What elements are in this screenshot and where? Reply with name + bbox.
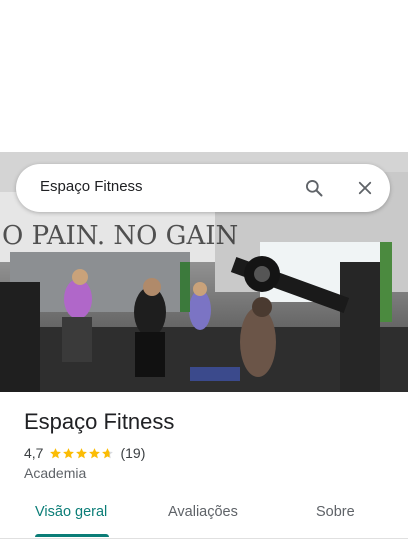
wall-slogan: O PAIN. NO GAIN (2, 221, 238, 251)
search-button[interactable] (302, 176, 326, 200)
tab-overview[interactable]: Visão geral (35, 504, 107, 520)
clear-search-button[interactable] (353, 176, 377, 200)
tab-bar: Visão geral Avaliações Sobre (0, 494, 408, 539)
search-icon (306, 180, 323, 197)
rating-stars (49, 447, 114, 460)
tab-reviews[interactable]: Avaliações (168, 504, 238, 520)
tab-about[interactable]: Sobre (316, 504, 355, 520)
star-icon (63, 447, 75, 458)
star-icon (89, 447, 101, 458)
review-count[interactable]: (19) (120, 445, 145, 461)
star-icon (50, 447, 62, 458)
star-icon (76, 447, 88, 458)
place-category[interactable]: Academia (24, 465, 86, 481)
active-tab-indicator (35, 534, 109, 537)
star-icon (102, 447, 114, 458)
rating-row[interactable]: 4,7 (19) (24, 444, 145, 462)
close-icon (358, 181, 372, 195)
place-name: Espaço Fitness (24, 409, 175, 434)
search-bar[interactable]: Espaço Fitness (16, 164, 390, 212)
rating-value: 4,7 (24, 445, 44, 461)
search-input[interactable]: Espaço Fitness (40, 178, 143, 195)
